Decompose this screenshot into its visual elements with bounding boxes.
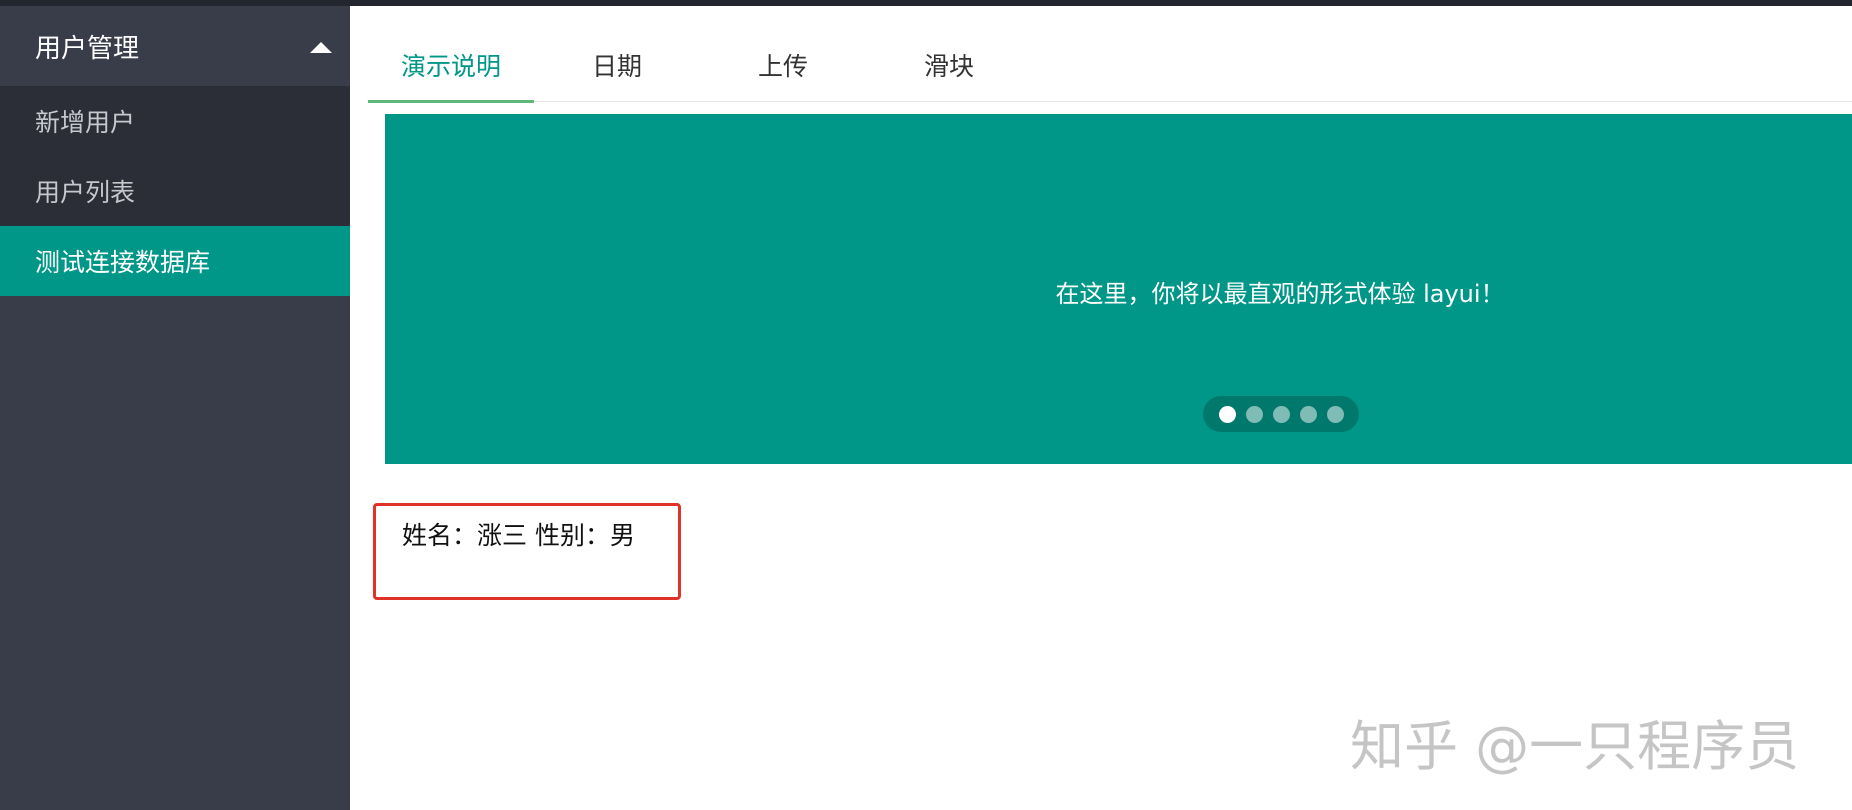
carousel-indicator: [1203, 396, 1359, 432]
carousel-dot[interactable]: [1326, 405, 1344, 423]
tab-date[interactable]: 日期: [534, 28, 700, 102]
caret-up-icon: [310, 42, 332, 53]
carousel-dot[interactable]: [1299, 405, 1317, 423]
carousel-dot[interactable]: [1218, 405, 1236, 423]
carousel[interactable]: 在这里，你将以最直观的形式体验 layui！: [385, 114, 1852, 464]
sidebar-item-test-db-connection[interactable]: 测试连接数据库: [0, 226, 350, 296]
sidebar-group-label: 用户管理: [35, 33, 140, 64]
tab-upload[interactable]: 上传: [700, 28, 866, 102]
tab-bar: 演示说明 日期 上传 滑块: [368, 28, 1852, 103]
user-info-text: 姓名：涨三 性别：男: [402, 521, 635, 550]
sidebar-item-label: 用户列表: [35, 178, 136, 207]
sidebar: 用户管理 新增用户 用户列表 测试连接数据库: [0, 6, 350, 810]
tab-demo[interactable]: 演示说明: [368, 28, 534, 103]
carousel-dot[interactable]: [1245, 405, 1263, 423]
tab-slider[interactable]: 滑块: [866, 28, 1032, 102]
carousel-dot[interactable]: [1272, 405, 1290, 423]
sidebar-item-add-user[interactable]: 新增用户: [0, 86, 350, 156]
sidebar-item-user-list[interactable]: 用户列表: [0, 156, 350, 226]
sidebar-item-label: 新增用户: [35, 108, 136, 137]
sidebar-group-user-management[interactable]: 用户管理: [0, 6, 350, 86]
watermark: 知乎 @一只程序员: [1350, 715, 1800, 778]
carousel-caption: 在这里，你将以最直观的形式体验 layui！: [1055, 280, 1505, 308]
main-content: 演示说明 日期 上传 滑块 在这里，你将以最直观的形式体验 layui！: [350, 6, 1852, 810]
sidebar-item-label: 测试连接数据库: [35, 248, 211, 277]
